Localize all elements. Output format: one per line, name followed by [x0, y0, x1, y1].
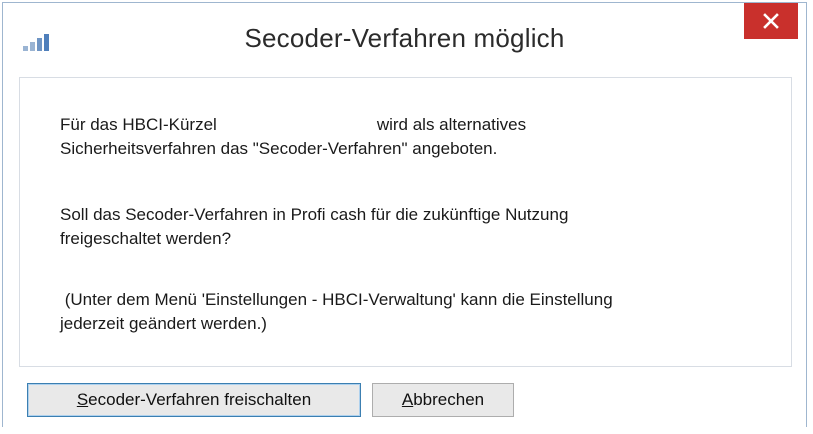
- hint-line-1: (Unter dem Menü 'Einstellungen - HBCI-Ve…: [60, 290, 613, 309]
- button-bar: Secoder-Verfahren freischalten Abbrechen: [3, 367, 806, 428]
- alternative-text: wird als alternatives: [376, 115, 527, 134]
- hint-line-2: jederzeit geändert werden.): [60, 314, 267, 333]
- title-bar[interactable]: Secoder-Verfahren möglich: [3, 3, 806, 77]
- cancel-button[interactable]: Abbrechen: [372, 383, 514, 417]
- enable-secoder-button[interactable]: Secoder-Verfahren freischalten: [27, 383, 361, 417]
- security-method-text: Sicherheitsverfahren das "Secoder-Verfah…: [60, 139, 498, 158]
- message-paragraph-3: (Unter dem Menü 'Einstellungen - HBCI-Ve…: [60, 288, 613, 336]
- window-title: Secoder-Verfahren möglich: [244, 23, 565, 53]
- question-line-2: freigeschaltet werden?: [60, 229, 232, 248]
- message-panel: Für das HBCI-Kürzel wird als alternatives…: [19, 77, 792, 367]
- message-paragraph-1: Für das HBCI-Kürzel wird als alternatives…: [60, 113, 526, 161]
- close-button[interactable]: [744, 3, 798, 39]
- dialog-window: Secoder-Verfahren möglich Für das HBCI-K…: [2, 2, 807, 428]
- question-line-1: Soll das Secoder-Verfahren in Profi cash…: [60, 205, 569, 224]
- close-icon: [763, 13, 779, 29]
- message-paragraph-2: Soll das Secoder-Verfahren in Profi cash…: [60, 203, 568, 251]
- hbci-label: Für das HBCI-Kürzel: [60, 115, 217, 134]
